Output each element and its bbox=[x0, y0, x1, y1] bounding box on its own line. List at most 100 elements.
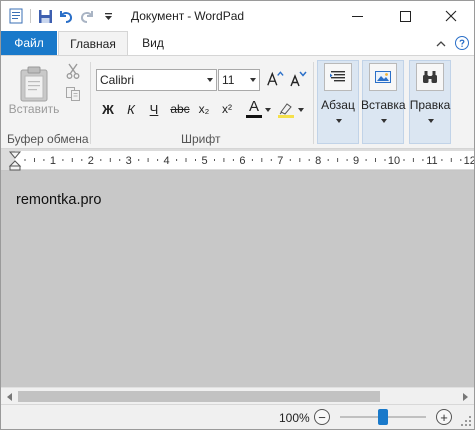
grow-font-button[interactable] bbox=[266, 68, 284, 90]
window-title: Документ - WordPad bbox=[131, 9, 244, 23]
paste-label: Вставить bbox=[8, 102, 60, 116]
document-text[interactable]: remontka.pro bbox=[16, 192, 101, 208]
font-color-letter: A bbox=[248, 98, 259, 115]
collapse-ribbon-button[interactable] bbox=[434, 36, 448, 50]
horizontal-scrollbar[interactable] bbox=[1, 387, 474, 404]
paste-button[interactable]: Вставить bbox=[7, 60, 61, 126]
wordpad-window: Документ - WordPad Файл Главная Вид Вста… bbox=[0, 0, 475, 430]
ruler-number: 11 bbox=[426, 155, 437, 167]
maximize-button[interactable] bbox=[382, 1, 428, 31]
ruler-tick bbox=[195, 159, 196, 161]
undo-icon[interactable] bbox=[57, 7, 75, 25]
ruler-tick bbox=[71, 158, 73, 162]
font-color-swatch bbox=[246, 115, 262, 118]
ruler[interactable]: 1 2 3 4 5 6 7 8 9 10 11 12 bbox=[1, 149, 474, 171]
ruler-tick bbox=[43, 159, 45, 161]
zoom-slider-thumb[interactable] bbox=[378, 409, 388, 425]
ruler-tick bbox=[251, 159, 253, 161]
ruler-number: 10 bbox=[388, 155, 400, 167]
ruler-tick bbox=[147, 158, 149, 162]
status-bar: 100% − + bbox=[1, 404, 474, 429]
highlight-color-dropdown[interactable] bbox=[297, 101, 305, 119]
copy-button[interactable] bbox=[64, 85, 82, 103]
ruler-tick bbox=[346, 159, 348, 161]
ruler-tick bbox=[299, 158, 301, 162]
clipboard-group-label: Буфер обмена bbox=[7, 132, 89, 146]
ruler-tick bbox=[422, 159, 424, 161]
paragraph-group-button[interactable]: Абзац bbox=[317, 60, 359, 144]
font-family-dropdown[interactable]: Calibri bbox=[96, 69, 217, 91]
ruler-tick bbox=[109, 158, 111, 162]
ruler-number: 12 bbox=[464, 155, 474, 167]
paragraph-icon bbox=[324, 63, 352, 91]
scrollbar-thumb[interactable] bbox=[18, 391, 380, 402]
ruler-tick bbox=[308, 159, 310, 161]
chevron-down-icon bbox=[381, 119, 387, 123]
font-group-label: Шрифт bbox=[181, 132, 221, 146]
hanging-indent-marker[interactable] bbox=[8, 160, 22, 167]
save-icon[interactable] bbox=[36, 7, 54, 25]
group-separator bbox=[313, 62, 314, 144]
strikethrough-button[interactable]: abc bbox=[168, 98, 192, 120]
chevron-up-icon bbox=[436, 40, 446, 46]
subscript-button[interactable]: x₂ bbox=[195, 98, 213, 120]
qat-separator bbox=[30, 9, 31, 23]
resize-grip-icon[interactable] bbox=[460, 415, 472, 427]
insert-group-button[interactable]: Вставка bbox=[361, 60, 406, 144]
customize-qat-icon[interactable] bbox=[99, 7, 117, 25]
font-color-dropdown[interactable] bbox=[264, 101, 272, 119]
first-line-indent-marker[interactable] bbox=[8, 151, 22, 159]
font-size-dropdown[interactable]: 11 bbox=[218, 69, 260, 91]
scroll-right-icon bbox=[462, 392, 468, 401]
minimize-button[interactable] bbox=[334, 1, 380, 31]
zoom-out-button[interactable]: − bbox=[314, 409, 330, 425]
minimize-icon bbox=[351, 15, 363, 17]
help-button[interactable] bbox=[455, 36, 469, 50]
bold-button[interactable]: Ж bbox=[100, 98, 116, 120]
ruler-tick bbox=[261, 158, 263, 162]
ruler-number: 7 bbox=[277, 155, 283, 167]
ruler-tick bbox=[441, 159, 443, 161]
superscript-button[interactable]: x² bbox=[218, 98, 236, 120]
chevron-down-icon bbox=[298, 108, 304, 112]
left-indent-marker[interactable] bbox=[9, 165, 21, 171]
tab-view[interactable]: Вид bbox=[129, 31, 177, 55]
tab-file[interactable]: Файл bbox=[1, 31, 57, 55]
italic-button[interactable]: К bbox=[123, 98, 139, 120]
tab-home[interactable]: Главная bbox=[58, 31, 128, 56]
chevron-down-icon bbox=[250, 78, 256, 82]
ruler-tick bbox=[100, 159, 102, 161]
maximize-icon bbox=[399, 10, 411, 22]
ruler-tick bbox=[270, 159, 272, 161]
scroll-right-button[interactable] bbox=[456, 388, 473, 405]
zoom-level: 100% bbox=[279, 411, 310, 425]
ruler-number: 8 bbox=[315, 155, 321, 167]
scroll-left-button[interactable] bbox=[1, 388, 18, 405]
font-color-button[interactable]: A bbox=[243, 98, 265, 120]
ruler-number: 5 bbox=[201, 155, 207, 167]
redo-icon[interactable] bbox=[78, 7, 96, 25]
close-button[interactable] bbox=[428, 1, 474, 31]
ruler-tick bbox=[157, 159, 159, 161]
ruler-tick bbox=[384, 159, 386, 161]
wordpad-app-icon[interactable] bbox=[7, 7, 25, 25]
ruler-tick bbox=[375, 158, 376, 162]
ruler-number: 2 bbox=[88, 155, 94, 167]
highlight-button[interactable] bbox=[276, 98, 296, 120]
quick-access-toolbar bbox=[7, 7, 120, 25]
title-separator: - bbox=[187, 9, 192, 23]
editing-group-button[interactable]: Правка bbox=[409, 60, 451, 144]
ruler-tick bbox=[232, 159, 234, 161]
chevron-down-icon bbox=[207, 78, 213, 82]
close-icon bbox=[445, 10, 457, 22]
zoom-in-button[interactable]: + bbox=[436, 409, 452, 425]
document-area[interactable]: remontka.pro bbox=[1, 171, 474, 387]
ruler-scale: 1 2 3 4 5 6 7 8 9 10 11 12 bbox=[8, 151, 474, 171]
underline-button[interactable]: Ч bbox=[146, 98, 162, 120]
grow-font-icon bbox=[267, 71, 284, 86]
cut-button[interactable] bbox=[64, 62, 82, 80]
shrink-font-button[interactable] bbox=[289, 68, 307, 90]
ruler-tick bbox=[119, 159, 121, 161]
ruler-tick bbox=[176, 159, 178, 161]
app-name: WordPad bbox=[194, 9, 245, 23]
